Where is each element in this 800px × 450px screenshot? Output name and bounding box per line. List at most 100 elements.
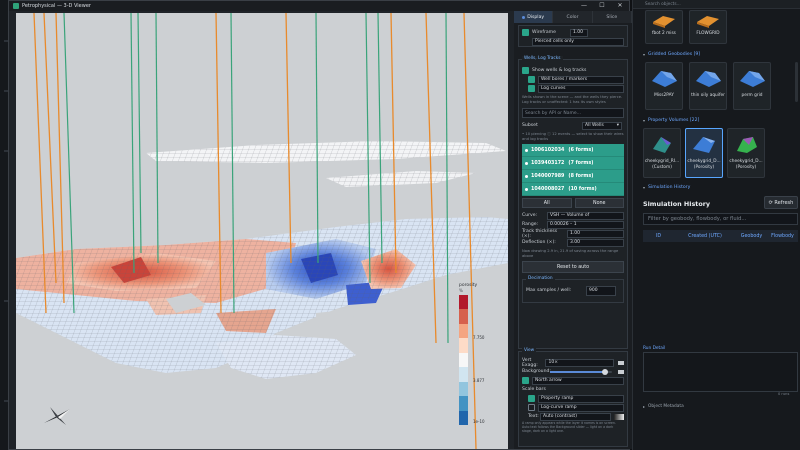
property-volume-2-selected[interactable]: cheekygrid_D... (Porosity) bbox=[685, 128, 723, 178]
refresh-button[interactable]: ⟳ Refresh bbox=[764, 196, 798, 209]
wells-hint: Wells shown in the scene — and the wells… bbox=[522, 95, 623, 104]
property-ramp-label[interactable]: Property ramp bbox=[538, 394, 624, 403]
teal-volume-icon bbox=[644, 129, 680, 159]
background-slider-knob[interactable] bbox=[602, 368, 609, 375]
bullet-icon bbox=[525, 161, 528, 165]
text-contrast-select[interactable]: Auto (contrast) bbox=[540, 412, 611, 421]
subset-select[interactable]: All Wells ▾ bbox=[582, 121, 622, 130]
color-ramp-swatch bbox=[459, 381, 468, 397]
column-geobody[interactable]: Geobody bbox=[736, 234, 767, 239]
curve-select[interactable]: VSH — Volume of bbox=[547, 211, 624, 220]
subset-label: Subset bbox=[522, 123, 538, 128]
background-swatch[interactable] bbox=[618, 369, 624, 374]
object-thumb-fbot-2-miss[interactable]: fbot 2 miss bbox=[645, 10, 683, 44]
well-bores-checkbox[interactable] bbox=[528, 76, 535, 83]
minimize-button[interactable]: — bbox=[575, 1, 593, 11]
column-id[interactable]: ID bbox=[643, 234, 674, 239]
horizon-sheet-far bbox=[146, 141, 506, 187]
property-volumes-header[interactable]: ▾ Property Volumes [22] bbox=[643, 118, 699, 123]
run-count: 0 runs bbox=[778, 392, 790, 396]
north-arrow-checkbox[interactable] bbox=[522, 377, 529, 384]
well-id: 1006102034 bbox=[531, 147, 565, 153]
3d-scene bbox=[16, 13, 508, 449]
simulation-history-section-header[interactable]: ▾ Simulation History bbox=[643, 185, 690, 190]
max-samples-row: Max samples / well: 900 bbox=[526, 285, 620, 296]
orange-surface-icon bbox=[646, 11, 682, 31]
well-list-item[interactable]: 1040007989 (8 forms) bbox=[522, 170, 624, 183]
run-detail-box bbox=[643, 352, 798, 392]
vert-exagg-swatch[interactable] bbox=[618, 360, 624, 365]
max-samples-input[interactable]: 900 bbox=[586, 285, 616, 296]
property-volume-sub: (Porosity) bbox=[735, 164, 757, 170]
view-footer-hint: A ramp only appears while the layer it n… bbox=[522, 421, 616, 433]
color-ramp-swatch bbox=[459, 295, 468, 310]
deflection-input[interactable]: 3.00 bbox=[567, 238, 624, 247]
vert-exagg-label: Vert Exagg: bbox=[522, 357, 538, 368]
property-ramp-checkbox[interactable] bbox=[528, 395, 535, 402]
scale-bars-row: Scale bars bbox=[522, 385, 624, 394]
gridded-title: Gridded Geobodies bbox=[648, 52, 693, 57]
text-gradient-swatch[interactable] bbox=[614, 413, 624, 420]
3d-viewport[interactable]: porosity % 7.750 3.877 1e-10 bbox=[16, 13, 508, 449]
geobody-miss2pay[interactable]: Miss2PAY bbox=[645, 62, 683, 110]
object-search-input[interactable]: Search objects... bbox=[633, 0, 800, 9]
color-ramp-swatch bbox=[459, 338, 468, 353]
column-created[interactable]: Created (UTC) bbox=[674, 234, 736, 239]
geobody-thin-oily-aquifer[interactable]: thin oily aquifer bbox=[689, 62, 727, 110]
tab-display-label: Display bbox=[527, 14, 545, 20]
well-list-item[interactable]: 1006102034 (6 forms) bbox=[522, 144, 624, 157]
object-thumb-flowgrid[interactable]: FLOWGRID bbox=[689, 10, 727, 44]
range-input[interactable]: 0.00026 – 1 bbox=[547, 220, 624, 229]
geobody-perm-grid[interactable]: perm grid bbox=[733, 62, 771, 110]
column-flowbody[interactable]: Flowbody bbox=[767, 234, 798, 239]
pierced-cells-toggle[interactable]: Pierced cells only bbox=[532, 37, 624, 46]
log-curve-ramp-row: Log-curve ramp bbox=[522, 403, 624, 412]
run-detail-header[interactable]: Run Detail bbox=[643, 346, 665, 351]
track-thickness-label: Track thickness (×): bbox=[522, 228, 558, 239]
track-thickness-input[interactable]: 1.00 bbox=[567, 229, 624, 238]
view-group: View Vert Exagg: 10× Background: North a… bbox=[518, 348, 628, 447]
maximize-button[interactable]: ☐ bbox=[593, 1, 611, 11]
north-arrow-label[interactable]: North arrow bbox=[532, 376, 624, 385]
property-volume-1[interactable]: cheekygrid_RI... (Custom) bbox=[643, 128, 681, 178]
green-volume-icon bbox=[728, 129, 764, 159]
color-ramp bbox=[459, 295, 468, 425]
log-curve-ramp-label[interactable]: Log-curve ramp bbox=[538, 403, 624, 412]
color-ramp-swatch bbox=[459, 396, 468, 411]
well-bores-label[interactable]: Well bores / markers bbox=[538, 75, 624, 84]
vert-exagg-select[interactable]: 10× bbox=[545, 358, 615, 367]
log-curves-label[interactable]: Log curves bbox=[538, 84, 624, 93]
well-list-item[interactable]: 1039403172 (7 forms) bbox=[522, 157, 624, 170]
tab-color[interactable]: Color bbox=[553, 11, 593, 23]
background-label: Background: bbox=[522, 369, 551, 374]
well-list-item[interactable]: 1040008027 (10 forms) bbox=[522, 183, 624, 196]
object-metadata-header[interactable]: ▸ Object Metadata bbox=[643, 404, 684, 409]
property-volume-sub: (Custom) bbox=[652, 164, 672, 170]
north-arrow-icon bbox=[44, 407, 70, 425]
reset-to-auto-button[interactable]: Reset to auto bbox=[522, 261, 624, 273]
window-titlebar[interactable]: Petrophysical — 3-D Viewer — ☐ ✕ bbox=[9, 1, 629, 11]
tab-slice[interactable]: Slice bbox=[592, 11, 632, 23]
decimation-title: Decimation bbox=[526, 276, 555, 281]
property-volume-3[interactable]: cheekygrid_D... (Porosity) bbox=[727, 128, 765, 178]
select-none-button[interactable]: None bbox=[574, 198, 624, 208]
well-id: 1040008027 bbox=[531, 186, 565, 192]
wireframe-checkbox[interactable] bbox=[522, 29, 529, 36]
track-thickness-row: Track thickness (×): 1.00 bbox=[522, 228, 624, 239]
simulation-filter-input[interactable]: Filter by geobody, flowbody, or fluid... bbox=[643, 213, 798, 225]
wireframe-width-input[interactable]: 1.00 bbox=[570, 28, 588, 37]
geobody-label: thin oily aquifer bbox=[691, 93, 725, 98]
color-ramp-swatch bbox=[459, 410, 468, 425]
tab-display[interactable]: Display bbox=[514, 11, 554, 23]
well-search-input[interactable]: Search by API or Name... bbox=[522, 108, 624, 118]
property-ramp-row: Property ramp bbox=[522, 394, 624, 403]
close-button[interactable]: ✕ bbox=[611, 1, 629, 11]
geobody-label: Miss2PAY bbox=[654, 93, 674, 98]
background-slider[interactable] bbox=[550, 368, 612, 375]
select-all-button[interactable]: All bbox=[522, 198, 572, 208]
log-curve-ramp-checkbox[interactable] bbox=[528, 404, 535, 411]
gallery-scrollbar[interactable] bbox=[795, 62, 798, 102]
show-wells-checkbox[interactable] bbox=[522, 67, 529, 74]
log-curves-checkbox[interactable] bbox=[528, 85, 535, 92]
gridded-geobodies-header[interactable]: ▾ Gridded Geobodies [9] bbox=[643, 52, 700, 57]
